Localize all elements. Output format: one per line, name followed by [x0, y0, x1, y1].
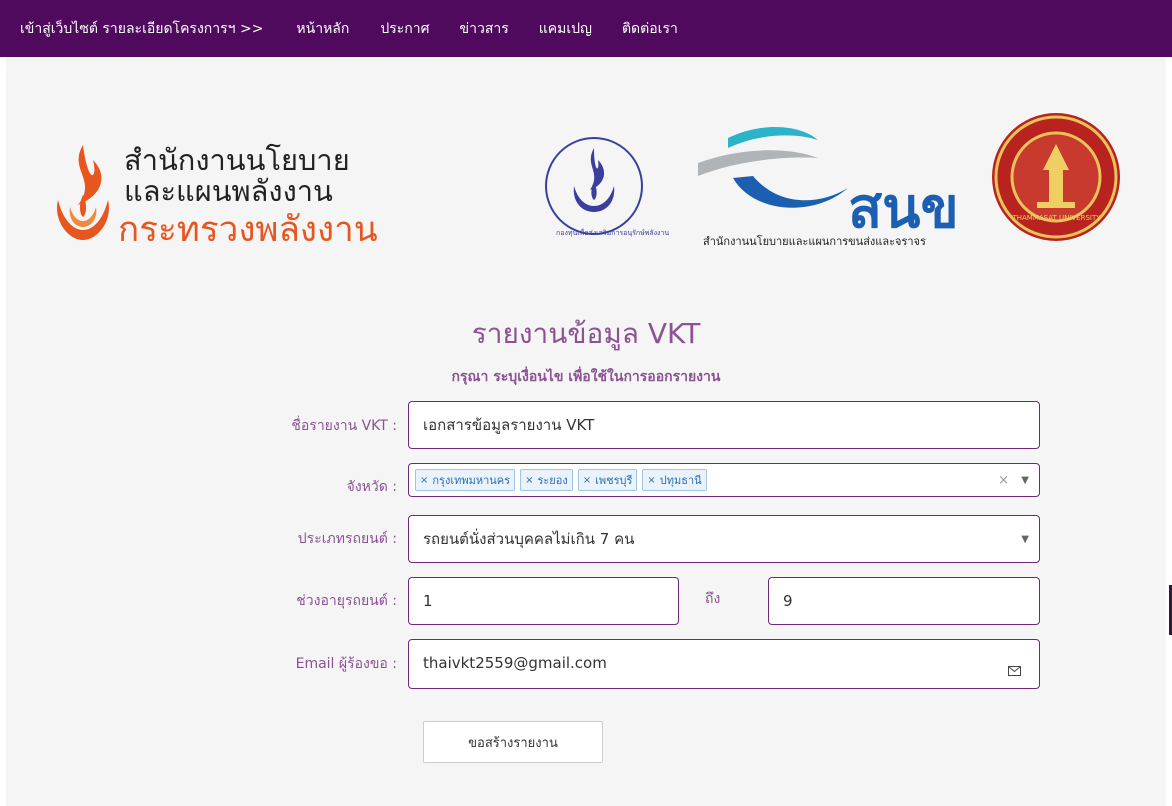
otp-swoosh-icon — [698, 126, 848, 208]
form-instruction: กรุณา ระบุเงื่อนไข เพื่อใช้ในการออกรายงา… — [451, 369, 721, 385]
email-label: Email ผู้ร้องขอ : — [295, 656, 397, 672]
age-to-label: ถึง — [705, 591, 721, 607]
nav-home-link[interactable]: หน้าหลัก — [296, 18, 349, 40]
fund-name: กองทุนเพื่อส่งเสริมการอนุรักษ์พลังงาน — [556, 229, 670, 237]
energy-fund-logo: กองทุนเพื่อส่งเสริมการอนุรักษ์พลังงาน — [528, 128, 669, 248]
thammasat-seal: THAMMASAT UNIVERSITY — [989, 110, 1124, 245]
report-name-input[interactable] — [408, 401, 1040, 449]
remove-tag-icon[interactable]: × — [525, 475, 533, 486]
otp-logo: สนข สำนักงานนโยบายและแผนการขนส่งและจราจร — [698, 118, 968, 253]
thammasat-name: THAMMASAT UNIVERSITY — [1012, 214, 1101, 222]
province-label: จังหวัด : — [346, 479, 397, 495]
clear-all-icon[interactable]: × — [998, 473, 1009, 488]
nav-campaign-link[interactable]: แคมเปญ — [539, 18, 592, 40]
province-tag-label: ระยอง — [537, 474, 568, 487]
nav-project-site-link[interactable]: เข้าสู่เว็บไซต์ รายละเอียดโครงการฯ >> — [20, 18, 263, 40]
remove-tag-icon[interactable]: × — [420, 475, 428, 486]
university-seal-icon — [992, 113, 1120, 241]
nav-contact-link[interactable]: ติดต่อเรา — [622, 18, 678, 40]
vehicle-type-value: รถยนต์นั่งส่วนบุคคลไม่เกิน 7 คน — [423, 530, 635, 548]
envelope-icon — [1008, 666, 1021, 676]
vehicle-type-select[interactable]: รถยนต์นั่งส่วนบุคคลไม่เกิน 7 คน ▼ — [408, 515, 1040, 563]
vehicle-age-label: ช่วงอายุรถยนต์ : — [296, 593, 397, 609]
nav-announcements-link[interactable]: ประกาศ — [380, 18, 429, 40]
province-tag: × เพชรบุรี — [577, 469, 638, 491]
top-navbar: เข้าสู่เว็บไซต์ รายละเอียดโครงการฯ >> หน… — [0, 0, 1172, 57]
province-tag-label: กรุงเทพมหานคร — [432, 474, 511, 487]
province-tag: × ระยอง — [520, 469, 573, 491]
province-tag: × กรุงเทพมหานคร — [415, 469, 516, 491]
create-report-button[interactable]: ขอสร้างรายงาน — [423, 721, 603, 763]
email-field[interactable]: thaivkt2559@gmail.com — [408, 639, 1040, 689]
chevron-down-icon[interactable]: ▼ — [1021, 475, 1029, 486]
vehicle-type-label: ประเภทรถยนต์ : — [297, 531, 397, 547]
nav-news-link[interactable]: ข่าวสาร — [460, 18, 509, 40]
province-multiselect[interactable]: × กรุงเทพมหานคร × ระยอง × เพชรบุรี × ปทุมธาน… — [408, 463, 1040, 497]
age-to-input[interactable] — [768, 577, 1040, 625]
page-title: รายงานข้อมูล VKT — [471, 317, 701, 350]
age-from-input[interactable] — [408, 577, 679, 625]
province-tag-label: เพชรบุรี — [595, 474, 633, 487]
eppo-ministry-name: กระทรวงพลังงาน — [118, 210, 378, 250]
remove-tag-icon[interactable]: × — [647, 475, 655, 486]
eppo-logo: สำนักงานนโยบาย และแผนพลังงาน กระทรวงพลัง… — [48, 130, 518, 250]
chevron-down-icon: ▼ — [1021, 533, 1029, 545]
province-tag-label: ปทุมธานี — [659, 474, 702, 487]
flame-icon — [57, 145, 109, 240]
province-tag: × ปทุมธานี — [642, 469, 707, 491]
remove-tag-icon[interactable]: × — [583, 475, 591, 486]
otp-name: สำนักงานนโยบายและแผนการขนส่งและจราจร — [703, 235, 926, 248]
report-name-label: ชื่อรายงาน VKT : — [291, 418, 397, 434]
email-value: thaivkt2559@gmail.com — [423, 654, 607, 672]
